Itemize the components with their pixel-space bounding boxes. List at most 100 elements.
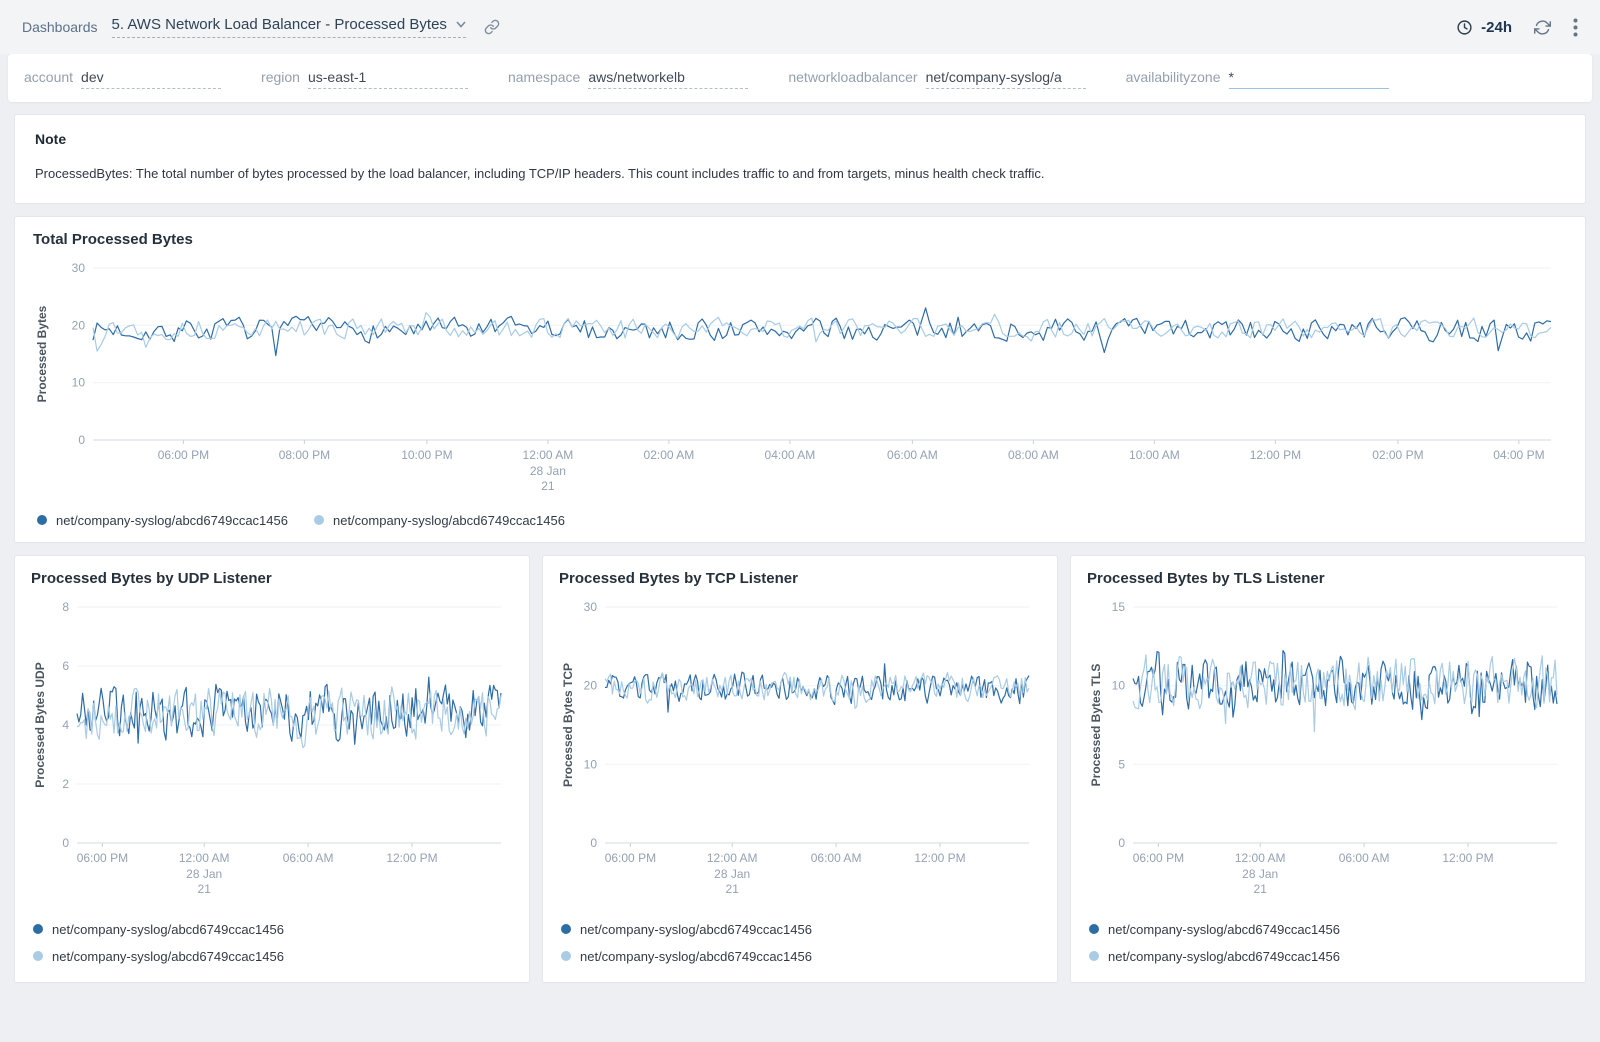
series-name: net/company-syslog/abcd6749ccac1456 xyxy=(52,922,284,937)
chart-legend: net/company-syslog/abcd6749ccac1456 net/… xyxy=(561,922,1041,964)
legend-item[interactable]: net/company-syslog/abcd6749ccac1456 xyxy=(561,922,1041,937)
series-name: net/company-syslog/abcd6749ccac1456 xyxy=(580,949,812,964)
series-color-dot xyxy=(314,515,324,525)
chart-legend: net/company-syslog/abcd6749ccac1456 net/… xyxy=(1089,922,1569,964)
dashboard-title-dropdown[interactable]: 5. AWS Network Load Balancer - Processed… xyxy=(112,16,466,38)
legend-item[interactable]: net/company-syslog/abcd6749ccac1456 xyxy=(314,513,565,528)
svg-text:0: 0 xyxy=(590,836,597,850)
svg-text:12:00 PM: 12:00 PM xyxy=(1442,851,1493,865)
panel-tcp-listener: Processed Bytes by TCP Listener 01020300… xyxy=(542,555,1058,983)
svg-text:0: 0 xyxy=(62,836,69,850)
filter-account-label: account xyxy=(24,69,73,85)
series-color-dot xyxy=(33,951,43,961)
filter-networkloadbalancer-value[interactable]: net/company-syslog/a xyxy=(926,69,1086,89)
svg-text:21: 21 xyxy=(541,479,555,493)
svg-text:Processed Bytes TLS: Processed Bytes TLS xyxy=(1089,663,1103,786)
series-color-dot xyxy=(561,924,571,934)
svg-text:06:00 AM: 06:00 AM xyxy=(887,448,938,462)
dashboards-breadcrumb[interactable]: Dashboards xyxy=(22,19,98,35)
svg-text:5: 5 xyxy=(1118,757,1125,771)
svg-text:08:00 PM: 08:00 PM xyxy=(279,448,330,462)
legend-item[interactable]: net/company-syslog/abcd6749ccac1456 xyxy=(33,949,513,964)
refresh-icon xyxy=(1534,19,1551,36)
kebab-menu-icon xyxy=(1573,18,1578,37)
svg-text:08:00 AM: 08:00 AM xyxy=(1008,448,1059,462)
filter-namespace-value[interactable]: aws/networkelb xyxy=(588,69,748,89)
bottom-panels-row: Processed Bytes by UDP Listener 0 2 4 6 8 06:… xyxy=(14,555,1586,983)
series-color-dot xyxy=(1089,924,1099,934)
svg-text:30: 30 xyxy=(584,600,598,614)
svg-text:6: 6 xyxy=(62,659,69,673)
svg-text:06:00 AM: 06:00 AM xyxy=(283,851,334,865)
filter-availabilityzone-value[interactable]: * xyxy=(1229,69,1389,89)
series-name: net/company-syslog/abcd6749ccac1456 xyxy=(56,513,288,528)
panel-udp-listener: Processed Bytes by UDP Listener 0 2 4 6 8 06:… xyxy=(14,555,530,983)
tcp-listener-chart[interactable]: 010203006:00 PM12:00 AM28 Jan2106:00 AM1… xyxy=(559,591,1041,914)
svg-text:12:00 AM: 12:00 AM xyxy=(179,851,230,865)
svg-text:06:00 AM: 06:00 AM xyxy=(1339,851,1390,865)
series-name: net/company-syslog/abcd6749ccac1456 xyxy=(333,513,565,528)
svg-text:12:00 PM: 12:00 PM xyxy=(914,851,965,865)
series-name: net/company-syslog/abcd6749ccac1456 xyxy=(1108,949,1340,964)
refresh-button[interactable] xyxy=(1534,19,1551,36)
filter-namespace-label: namespace xyxy=(508,69,580,85)
svg-text:4: 4 xyxy=(62,718,69,732)
svg-text:28 Jan: 28 Jan xyxy=(530,464,566,478)
svg-text:2: 2 xyxy=(62,777,69,791)
udp-listener-chart[interactable]: 0246806:00 PM12:00 AM28 Jan2106:00 AM12:… xyxy=(31,591,513,914)
svg-text:12:00 PM: 12:00 PM xyxy=(386,851,437,865)
svg-text:06:00 PM: 06:00 PM xyxy=(158,448,209,462)
svg-text:04:00 AM: 04:00 AM xyxy=(765,448,816,462)
filter-region-label: region xyxy=(261,69,300,85)
chart-title: Processed Bytes by TLS Listener xyxy=(1087,570,1569,587)
svg-text:21: 21 xyxy=(1254,882,1268,896)
series-color-dot xyxy=(37,515,47,525)
chart-title: Processed Bytes by UDP Listener xyxy=(31,570,513,587)
legend-item[interactable]: net/company-syslog/abcd6749ccac1456 xyxy=(33,922,513,937)
note-panel: Note ProcessedBytes: The total number of… xyxy=(14,114,1586,204)
top-bar: Dashboards 5. AWS Network Load Balancer … xyxy=(0,0,1600,54)
legend-item[interactable]: net/company-syslog/abcd6749ccac1456 xyxy=(37,513,288,528)
svg-text:21: 21 xyxy=(726,882,740,896)
tls-listener-chart[interactable]: 05101506:00 PM12:00 AM28 Jan2106:00 AM12… xyxy=(1087,591,1569,914)
filter-account-value[interactable]: dev xyxy=(81,69,221,89)
filter-bar: account dev region us-east-1 namespace a… xyxy=(8,54,1592,102)
filter-region-value[interactable]: us-east-1 xyxy=(308,69,468,89)
legend-item[interactable]: net/company-syslog/abcd6749ccac1456 xyxy=(1089,922,1569,937)
chart-legend: net/company-syslog/abcd6749ccac1456 net/… xyxy=(33,922,513,964)
note-body: ProcessedBytes: The total number of byte… xyxy=(35,165,1565,183)
svg-text:06:00 AM: 06:00 AM xyxy=(811,851,862,865)
filter-namespace: namespace aws/networkelb xyxy=(508,69,748,89)
svg-text:12:00 AM: 12:00 AM xyxy=(1235,851,1286,865)
svg-text:28 Jan: 28 Jan xyxy=(1242,867,1278,881)
series-color-dot xyxy=(33,924,43,934)
svg-text:10: 10 xyxy=(584,757,598,771)
svg-text:10: 10 xyxy=(72,375,86,389)
total-processed-bytes-chart[interactable]: 010203006:00 PM08:00 PM10:00 PM12:00 AM2… xyxy=(33,252,1567,507)
filter-availabilityzone: availabilityzone * xyxy=(1126,69,1389,89)
more-options-button[interactable] xyxy=(1573,18,1578,37)
top-bar-actions: -24h xyxy=(1456,18,1578,37)
svg-text:Processed Bytes UDP: Processed Bytes UDP xyxy=(33,662,47,787)
svg-text:21: 21 xyxy=(198,882,212,896)
svg-text:06:00 PM: 06:00 PM xyxy=(605,851,656,865)
series-name: net/company-syslog/abcd6749ccac1456 xyxy=(52,949,284,964)
svg-text:8: 8 xyxy=(62,600,69,614)
dashboard-title: 5. AWS Network Load Balancer - Processed… xyxy=(112,16,447,33)
series-name: net/company-syslog/abcd6749ccac1456 xyxy=(580,922,812,937)
svg-text:Processed Bytes TCP: Processed Bytes TCP xyxy=(561,663,575,787)
svg-text:10:00 PM: 10:00 PM xyxy=(401,448,452,462)
svg-text:28 Jan: 28 Jan xyxy=(714,867,750,881)
filter-networkloadbalancer: networkloadbalancer net/company-syslog/a xyxy=(788,69,1085,89)
legend-item[interactable]: net/company-syslog/abcd6749ccac1456 xyxy=(1089,949,1569,964)
svg-text:Processed Bytes: Processed Bytes xyxy=(35,305,49,402)
legend-item[interactable]: net/company-syslog/abcd6749ccac1456 xyxy=(561,949,1041,964)
series-name: net/company-syslog/abcd6749ccac1456 xyxy=(1108,922,1340,937)
time-range-button[interactable]: -24h xyxy=(1456,19,1512,36)
clock-icon xyxy=(1456,19,1473,36)
filter-region: region us-east-1 xyxy=(261,69,468,89)
svg-text:10:00 AM: 10:00 AM xyxy=(1129,448,1180,462)
share-link-button[interactable] xyxy=(484,19,500,35)
svg-text:15: 15 xyxy=(1112,600,1126,614)
chart-title: Processed Bytes by TCP Listener xyxy=(559,570,1041,587)
